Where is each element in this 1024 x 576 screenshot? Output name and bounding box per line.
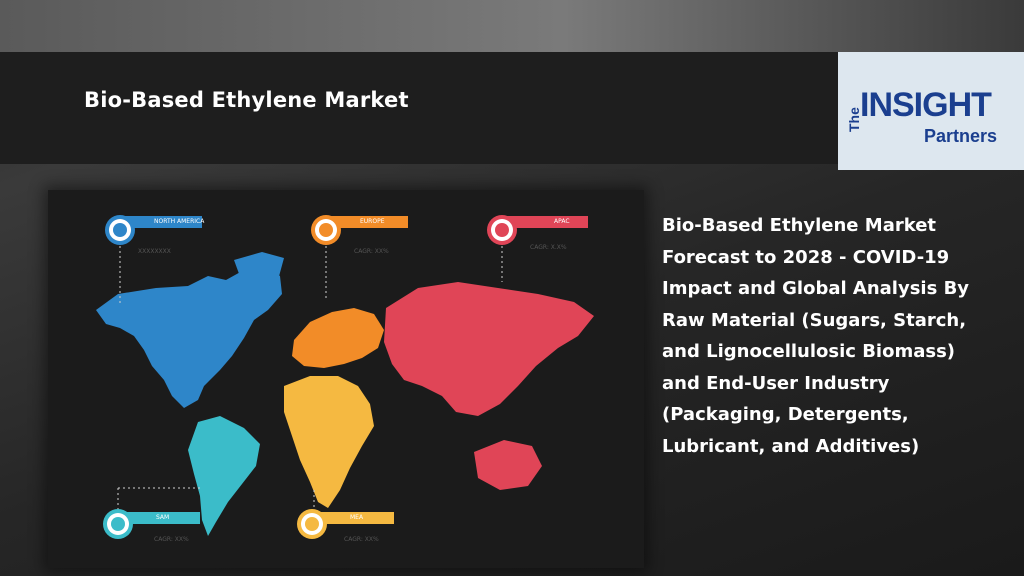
- apac-shape: [384, 282, 594, 416]
- region-sub-north-america: XXXXXXXX: [138, 248, 171, 255]
- logo-partners-text: Partners: [924, 126, 998, 146]
- region-label-mea: MEA: [350, 514, 364, 521]
- description-line: (Packaging, Detergents,: [662, 404, 909, 425]
- region-label-sam: SAM: [156, 514, 170, 521]
- region-sub-apac: CAGR: X.X%: [530, 244, 567, 251]
- description-line: Lubricant, and Additives): [662, 435, 920, 457]
- europe-shape: [292, 308, 384, 368]
- region-label-north-america: NORTH AMERICA: [154, 218, 205, 225]
- logo-insight-text: INSIGHT: [860, 86, 992, 124]
- description-line: and Lignocellulosic Biomass): [662, 341, 956, 362]
- report-description: Bio-Based Ethylene Market Forecast to 20…: [662, 210, 1002, 462]
- australia-shape: [474, 440, 542, 490]
- region-sub-sam: CAGR: XX%: [154, 536, 189, 543]
- mea-badge: [297, 509, 327, 539]
- north-america-badge: [105, 215, 135, 245]
- description-line: Raw Material (Sugars, Starch,: [662, 309, 967, 331]
- top-gradient-band: [0, 0, 1024, 52]
- europe-badge: [311, 215, 341, 245]
- apac-badge: [487, 215, 517, 245]
- africa-shape: [284, 376, 374, 508]
- region-label-europe: EUROPE: [360, 218, 385, 225]
- sam-badge: [103, 509, 133, 539]
- insight-partners-logo: The INSIGHT Partners: [838, 52, 1024, 170]
- region-sub-europe: CAGR: XX%: [354, 248, 389, 255]
- region-label-apac: APAC: [554, 218, 570, 225]
- page-title: Bio-Based Ethylene Market: [84, 88, 409, 112]
- description-line: Impact and Global Analysis By: [662, 278, 970, 299]
- region-sub-mea: CAGR: XX%: [344, 536, 379, 543]
- description-line: Forecast to 2028 - COVID-19: [662, 246, 950, 268]
- description-line: Bio-Based Ethylene Market: [662, 215, 937, 236]
- world-map-panel: NORTH AMERICA XXXXXXXX EUROPE CAGR: XX% …: [48, 190, 644, 568]
- description-line: and End-User Industry: [662, 372, 890, 394]
